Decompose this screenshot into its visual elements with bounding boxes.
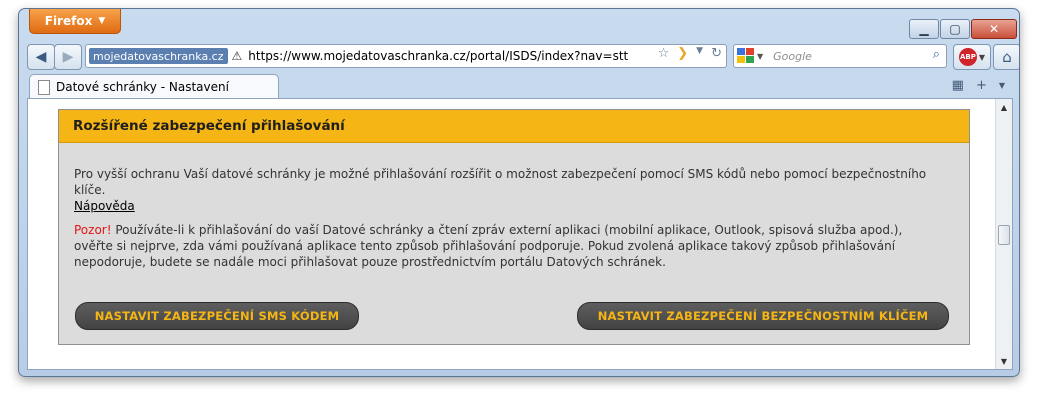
sms-security-button[interactable]: NASTAVIT ZABEZPEČENÍ SMS KÓDEM (75, 302, 359, 330)
warning-label: Pozor! (74, 223, 112, 237)
home-icon: ⌂ (1002, 48, 1012, 66)
search-engine-dropdown-icon[interactable]: ▼ (757, 52, 763, 61)
search-bar[interactable]: ▼ Google ⌕ (733, 44, 947, 68)
forward-arrow-icon: ▶ (62, 49, 74, 65)
chevron-down-icon: ▼ (98, 16, 106, 26)
tab-list-icon[interactable]: ▼ (999, 81, 1005, 93)
page-viewport: Rozšířené zabezpečení přihlašování Pro v… (27, 98, 1013, 370)
search-input[interactable]: Google (773, 50, 812, 63)
url-text: https://www.mojedatovaschranka.cz/portal… (248, 49, 629, 63)
tab-title: Datové schránky - Nastavení (56, 80, 229, 94)
tab-nastaveni[interactable]: Datové schránky - Nastavení (29, 74, 279, 99)
search-icon[interactable]: ⌕ (933, 47, 940, 62)
security-panel: Rozšířené zabezpečení přihlašování Pro v… (58, 109, 970, 345)
warning-paragraph: Pozor! Používáte-li k přihlašování do va… (74, 222, 944, 270)
url-actions: ☆ ❯ ▼ ↻ (658, 46, 722, 61)
back-arrow-icon: ◀ (35, 49, 47, 65)
tab-bar: Datové schránky - Nastavení ▦ + ▼ (19, 72, 1019, 99)
key-security-button[interactable]: NASTAVIT ZABEZPEČENÍ BEZPEČNOSTNÍM KLÍČE… (577, 302, 949, 330)
firefox-menu-label: Firefox (44, 14, 93, 28)
adblock-dropdown-icon: ▼ (978, 52, 986, 62)
adblock-button[interactable]: ABP ▼ (953, 44, 991, 70)
page-icon (38, 79, 50, 95)
new-tab-icon[interactable]: + (976, 78, 987, 93)
scroll-up-icon[interactable]: ▲ (996, 99, 1012, 115)
intro-paragraph: Pro vyšší ochranu Vaší datové schránky j… (74, 166, 944, 214)
scroll-down-icon[interactable]: ▼ (996, 353, 1012, 369)
minimize-button[interactable]: ▁ (909, 19, 939, 39)
forward-button[interactable]: ▶ (54, 44, 82, 70)
bookmark-star-icon[interactable]: ☆ (658, 46, 670, 61)
google-icon[interactable] (737, 48, 755, 64)
back-button[interactable]: ◀ (27, 44, 55, 70)
warning-text: Používáte-li k přihlašování do vaší Dato… (74, 223, 903, 269)
maximize-icon: ▢ (949, 22, 961, 36)
url-bar[interactable]: mojedatovaschranka.cz ⚠ https://www.moje… (85, 44, 727, 68)
site-identity-button[interactable]: mojedatovaschranka.cz (89, 48, 228, 64)
adblock-icon: ABP (958, 48, 977, 66)
help-link[interactable]: Nápověda (74, 199, 135, 213)
key-security-button-label: NASTAVIT ZABEZPEČENÍ BEZPEČNOSTNÍM KLÍČE… (597, 309, 929, 323)
reload-icon[interactable]: ↻ (711, 46, 722, 61)
close-icon: ✕ (988, 22, 1000, 36)
scroll-thumb[interactable] (998, 225, 1010, 245)
home-button[interactable]: ⌂ (993, 44, 1019, 70)
vertical-scrollbar[interactable]: ▲ ▼ (995, 99, 1012, 369)
sms-security-button-label: NASTAVIT ZABEZPEČENÍ SMS KÓDEM (94, 309, 340, 323)
panel-title: Rozšířené zabezpečení přihlašování (59, 110, 969, 143)
maximize-button[interactable]: ▢ (940, 19, 970, 39)
title-bar: Firefox ▼ ▁ ▢ ✕ (19, 9, 1019, 43)
navigation-toolbar: ◀ ▶ mojedatovaschranka.cz ⚠ https://www.… (27, 44, 1019, 70)
firefox-menu-button[interactable]: Firefox ▼ (29, 9, 121, 34)
intro-text: Pro vyšší ochranu Vaší datové schránky j… (74, 167, 927, 197)
minimize-icon: ▁ (919, 22, 929, 36)
tab-groups-icon[interactable]: ▦ (952, 78, 964, 93)
close-button[interactable]: ✕ (971, 19, 1017, 39)
dropdown-icon[interactable]: ▼ (696, 46, 703, 61)
warning-icon: ⚠ (231, 49, 243, 63)
rss-icon[interactable]: ❯ (677, 46, 688, 61)
browser-window: Firefox ▼ ▁ ▢ ✕ ◀ ▶ mojedatovaschranka.c… (18, 8, 1020, 377)
tab-tools: ▦ + ▼ (952, 78, 1005, 93)
